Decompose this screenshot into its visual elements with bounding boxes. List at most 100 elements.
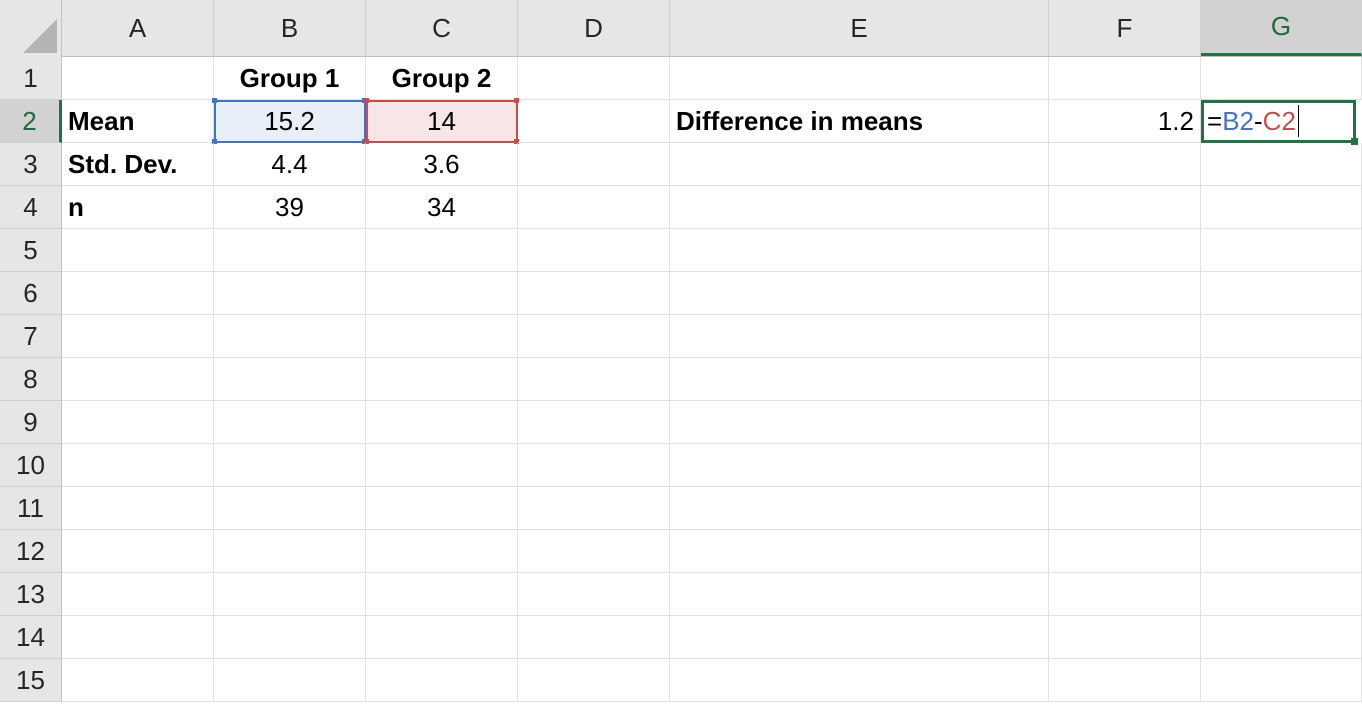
cell-f10[interactable] [1049, 444, 1201, 487]
cell-e10[interactable] [670, 444, 1049, 487]
cell-c6[interactable] [366, 272, 518, 315]
column-header-e[interactable]: E [670, 0, 1049, 56]
cell-a14[interactable] [62, 616, 214, 659]
cell-f7[interactable] [1049, 315, 1201, 358]
cell-b4[interactable]: 39 [214, 186, 366, 229]
cell-g4[interactable] [1201, 186, 1362, 229]
cell-b13[interactable] [214, 573, 366, 616]
row-header-15[interactable]: 15 [0, 659, 62, 702]
cell-g9[interactable] [1201, 401, 1362, 444]
cell-d3[interactable] [518, 143, 670, 186]
cell-g2-editing[interactable]: = B2- C2 [1201, 100, 1358, 145]
cell-c7[interactable] [366, 315, 518, 358]
cell-b7[interactable] [214, 315, 366, 358]
cell-e12[interactable] [670, 530, 1049, 573]
cell-d9[interactable] [518, 401, 670, 444]
cell-c10[interactable] [366, 444, 518, 487]
cell-c13[interactable] [366, 573, 518, 616]
cell-b11[interactable] [214, 487, 366, 530]
cell-c8[interactable] [366, 358, 518, 401]
column-header-a[interactable]: A [62, 0, 214, 56]
row-header-4[interactable]: 4 [0, 186, 62, 229]
cell-f4[interactable] [1049, 186, 1201, 229]
cell-f8[interactable] [1049, 358, 1201, 401]
cell-e4[interactable] [670, 186, 1049, 229]
row-header-5[interactable]: 5 [0, 229, 62, 272]
cell-e13[interactable] [670, 573, 1049, 616]
cell-c11[interactable] [366, 487, 518, 530]
row-header-13[interactable]: 13 [0, 573, 62, 616]
cell-a4[interactable]: n [62, 186, 214, 229]
cell-b5[interactable] [214, 229, 366, 272]
cell-f1[interactable] [1049, 57, 1201, 100]
cell-g5[interactable] [1201, 229, 1362, 272]
cell-e14[interactable] [670, 616, 1049, 659]
cell-d12[interactable] [518, 530, 670, 573]
cell-a1[interactable] [62, 57, 214, 100]
cell-d2[interactable] [518, 100, 670, 143]
row-header-14[interactable]: 14 [0, 616, 62, 659]
cell-g1[interactable] [1201, 57, 1362, 100]
cell-g15[interactable] [1201, 659, 1362, 702]
cell-f2[interactable]: 1.2 [1049, 100, 1201, 143]
row-header-3[interactable]: 3 [0, 143, 62, 186]
column-header-d[interactable]: D [518, 0, 670, 56]
cell-f12[interactable] [1049, 530, 1201, 573]
cell-a7[interactable] [62, 315, 214, 358]
cell-b14[interactable] [214, 616, 366, 659]
cell-f11[interactable] [1049, 487, 1201, 530]
column-header-c[interactable]: C [366, 0, 518, 56]
cell-a2[interactable]: Mean [62, 100, 214, 143]
cell-b8[interactable] [214, 358, 366, 401]
cell-c3[interactable]: 3.6 [366, 143, 518, 186]
cell-c15[interactable] [366, 659, 518, 702]
select-all-button[interactable] [0, 0, 62, 57]
cell-e1[interactable] [670, 57, 1049, 100]
cell-e11[interactable] [670, 487, 1049, 530]
cell-b9[interactable] [214, 401, 366, 444]
cell-d13[interactable] [518, 573, 670, 616]
cell-e2[interactable]: Difference in means [670, 100, 1049, 143]
cell-a13[interactable] [62, 573, 214, 616]
cell-d5[interactable] [518, 229, 670, 272]
cell-e3[interactable] [670, 143, 1049, 186]
cell-d14[interactable] [518, 616, 670, 659]
cell-e8[interactable] [670, 358, 1049, 401]
column-header-b[interactable]: B [214, 0, 366, 56]
range-handle[interactable] [212, 98, 217, 103]
cell-g8[interactable] [1201, 358, 1362, 401]
cell-e9[interactable] [670, 401, 1049, 444]
cell-d4[interactable] [518, 186, 670, 229]
cell-a8[interactable] [62, 358, 214, 401]
cell-e6[interactable] [670, 272, 1049, 315]
cell-b3[interactable]: 4.4 [214, 143, 366, 186]
cell-g13[interactable] [1201, 573, 1362, 616]
cell-d8[interactable] [518, 358, 670, 401]
cell-d1[interactable] [518, 57, 670, 100]
cell-g14[interactable] [1201, 616, 1362, 659]
cell-e7[interactable] [670, 315, 1049, 358]
column-header-f[interactable]: F [1049, 0, 1201, 56]
cell-d6[interactable] [518, 272, 670, 315]
cell-c9[interactable] [366, 401, 518, 444]
row-header-7[interactable]: 7 [0, 315, 62, 358]
cell-g12[interactable] [1201, 530, 1362, 573]
cell-e5[interactable] [670, 229, 1049, 272]
cell-f15[interactable] [1049, 659, 1201, 702]
cell-b15[interactable] [214, 659, 366, 702]
cell-b10[interactable] [214, 444, 366, 487]
cell-g3[interactable] [1201, 143, 1362, 186]
row-header-10[interactable]: 10 [0, 444, 62, 487]
cell-c2[interactable]: 14 [364, 98, 519, 144]
cell-a15[interactable] [62, 659, 214, 702]
cell-a5[interactable] [62, 229, 214, 272]
cell-d15[interactable] [518, 659, 670, 702]
column-header-g[interactable]: G [1201, 0, 1362, 56]
cell-f5[interactable] [1049, 229, 1201, 272]
row-header-8[interactable]: 8 [0, 358, 62, 401]
cell-e15[interactable] [670, 659, 1049, 702]
cell-c14[interactable] [366, 616, 518, 659]
cell-f14[interactable] [1049, 616, 1201, 659]
cell-d10[interactable] [518, 444, 670, 487]
cell-f6[interactable] [1049, 272, 1201, 315]
